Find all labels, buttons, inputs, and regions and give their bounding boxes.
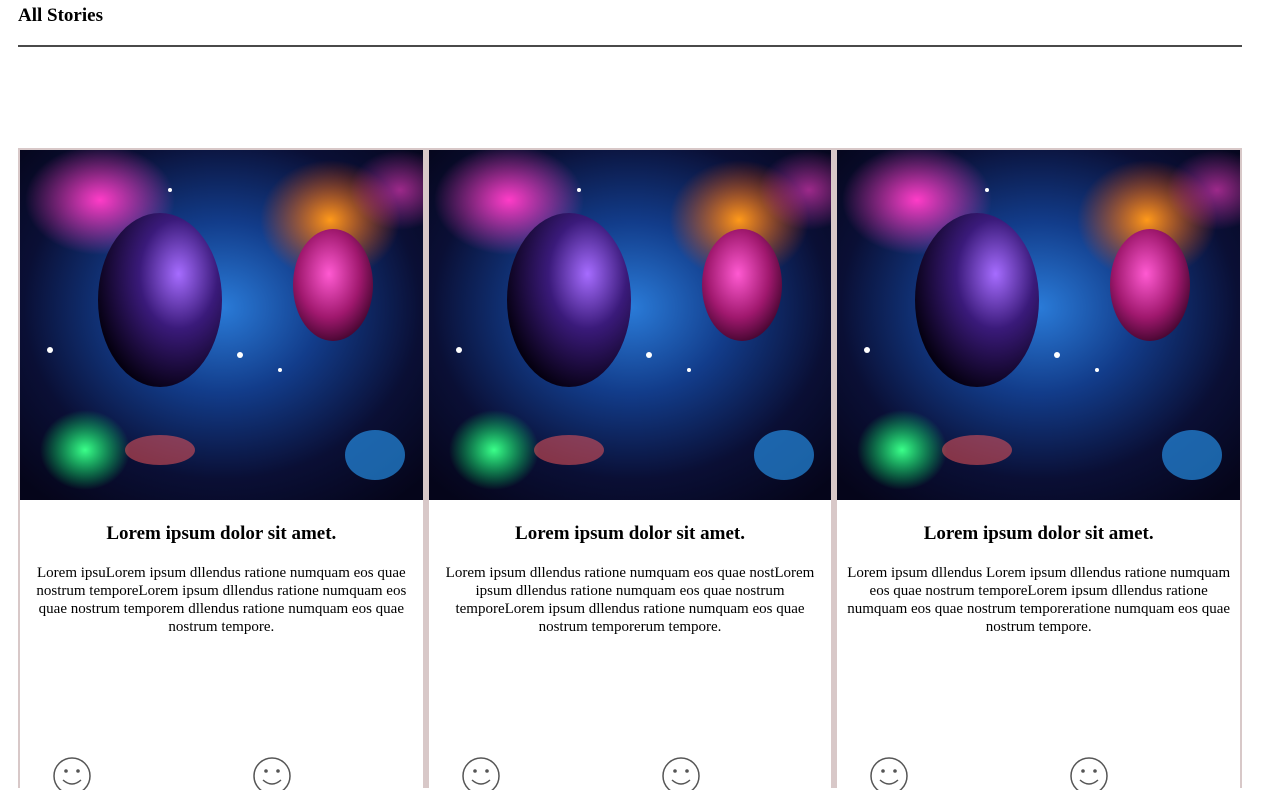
smiley-face-icon[interactable]	[661, 756, 701, 790]
space-galaxy-image	[837, 150, 1241, 500]
story-card[interactable]: Lorem ipsum dolor sit amet. Lorem ipsum …	[837, 150, 1241, 790]
smiley-face-icon[interactable]	[252, 756, 292, 790]
space-galaxy-image	[20, 150, 423, 500]
reaction-bar	[459, 756, 819, 790]
space-galaxy-image	[428, 150, 832, 500]
story-card[interactable]: Lorem ipsum dolor sit amet. Lorem ipsuLo…	[20, 150, 423, 790]
story-cards: Lorem ipsum dolor sit amet. Lorem ipsuLo…	[18, 148, 1242, 790]
story-text: Lorem ipsum dllendus ratione numquam eos…	[445, 565, 815, 635]
story-title: Lorem ipsum dolor sit amet.	[923, 523, 1154, 544]
smiley-face-icon[interactable]	[52, 756, 92, 790]
story-text: Lorem ipsuLorem ipsum dllendus ratione n…	[36, 565, 407, 635]
reaction-bar	[867, 756, 1227, 790]
story-title: Lorem ipsum dolor sit amet.	[106, 523, 337, 544]
reaction-bar	[50, 756, 410, 790]
smiley-face-icon[interactable]	[461, 756, 501, 790]
smiley-face-icon[interactable]	[869, 756, 909, 790]
story-text: Lorem ipsum dllendus Lorem ipsum dllendu…	[847, 565, 1231, 635]
page-title: All Stories	[18, 5, 103, 26]
title-divider	[18, 45, 1242, 47]
story-title: Lorem ipsum dolor sit amet.	[515, 523, 745, 544]
story-card[interactable]: Lorem ipsum dolor sit amet. Lorem ipsum …	[428, 150, 832, 790]
smiley-face-icon[interactable]	[1069, 756, 1109, 790]
